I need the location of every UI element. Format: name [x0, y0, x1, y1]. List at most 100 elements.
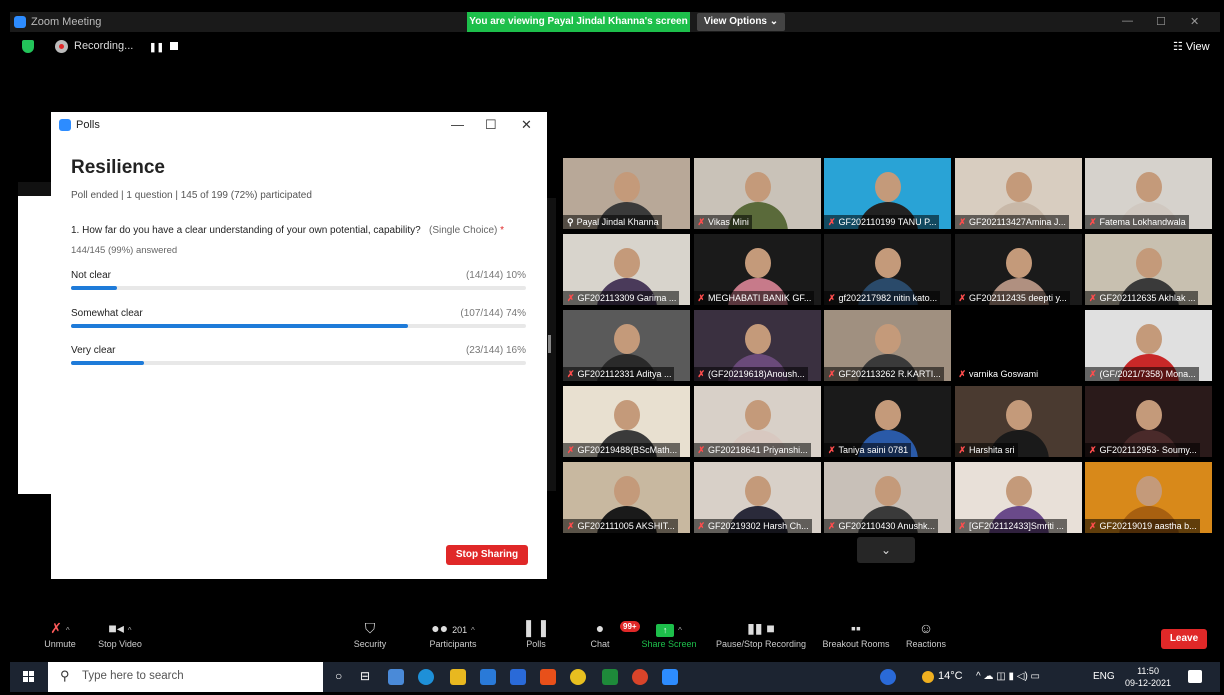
- clock[interactable]: 11:50 09-12-2021: [1125, 665, 1171, 689]
- more-participants-button[interactable]: ⌄: [857, 537, 915, 563]
- help-icon[interactable]: [880, 669, 896, 685]
- splitter-handle[interactable]: [548, 335, 551, 353]
- participant-tile[interactable]: ✗ MEGHABATI BANIK GF...: [693, 234, 821, 305]
- maximize-button[interactable]: ☐: [1156, 15, 1166, 28]
- powerpoint-icon[interactable]: [632, 669, 648, 685]
- participant-avatar-head: [1136, 476, 1162, 506]
- participant-tile[interactable]: ✗ Harshita sri: [954, 386, 1082, 457]
- weather-icon[interactable]: [922, 671, 934, 683]
- participant-name: [GF202112433]Smriti ...: [969, 521, 1064, 531]
- participant-tile[interactable]: ✗ GF20218641 Priyanshi...: [693, 386, 821, 457]
- security-button[interactable]: ⛉ Security: [350, 617, 390, 657]
- pin-icon: ⚲: [567, 217, 574, 227]
- system-tray-icons[interactable]: ^ ☁ ◫ ▮ ◁) ▭: [976, 671, 1040, 682]
- participant-tile[interactable]: ✗ gf202217982 nitin kato...: [824, 234, 951, 305]
- participant-tile[interactable]: ✗ varnika Goswami: [954, 310, 1082, 381]
- view-button[interactable]: ☷ View: [1173, 40, 1210, 53]
- stop-recording-icon[interactable]: [170, 42, 178, 50]
- participant-name: GF202110430 Anushk...: [838, 521, 935, 531]
- close-button[interactable]: ✕: [1190, 15, 1199, 28]
- taskbar-search[interactable]: ⚲ Type here to search: [48, 662, 323, 692]
- edge-icon[interactable]: [418, 669, 434, 685]
- participant-tile[interactable]: ✗ GF202112953- Soumy...: [1085, 386, 1212, 457]
- file-explorer-icon[interactable]: [450, 669, 466, 685]
- chrome-icon[interactable]: [570, 669, 586, 685]
- participant-name-label: ✗ Fatema Lokhandwala: [1085, 215, 1189, 229]
- leave-button[interactable]: Leave: [1161, 629, 1207, 649]
- participant-tile[interactable]: ✗ [GF202112433]Smriti ...: [954, 462, 1082, 533]
- view-options-button[interactable]: View Options ⌄: [697, 13, 785, 31]
- participant-avatar-head: [875, 172, 901, 202]
- clock-time: 11:50: [1137, 666, 1159, 676]
- pause-stop-recording-button[interactable]: ▮▮ ■ Pause/Stop Recording: [710, 617, 812, 657]
- stop-sharing-button[interactable]: Stop Sharing: [446, 545, 528, 565]
- participant-tile[interactable]: ✗ GF20219019 aastha b...: [1085, 462, 1212, 533]
- participant-tile[interactable]: ✗ GF20219302 Harsh Ch...: [693, 462, 821, 533]
- participant-tile[interactable]: ✗ Taniya saini 0781: [824, 386, 951, 457]
- windows-start-icon[interactable]: [23, 671, 35, 683]
- participant-tile[interactable]: ✗ GF202113427Amina J...: [954, 158, 1082, 229]
- pause-recording-icon[interactable]: ❚❚: [149, 42, 164, 53]
- participant-name-label: ✗ Vikas Mini: [693, 215, 752, 229]
- participant-avatar-head: [744, 172, 771, 202]
- participant-tile[interactable]: ✗ (GF20219618)Anoush...: [693, 310, 821, 381]
- unmute-button[interactable]: ✗ ^ Unmute: [40, 617, 80, 657]
- cortana-icon[interactable]: ○: [335, 669, 342, 683]
- mail-icon[interactable]: [480, 669, 496, 685]
- notification-icon[interactable]: [1188, 670, 1202, 683]
- participant-avatar-head: [875, 248, 901, 278]
- language-indicator[interactable]: ENG: [1093, 671, 1115, 682]
- polls-button[interactable]: ▌▐ Polls: [522, 617, 550, 657]
- chat-button[interactable]: ● Chat: [585, 617, 615, 657]
- participant-name-label: ✗ GF202111005 AKSHIT...: [563, 519, 678, 533]
- participants-icon: ●● 201 ^: [431, 620, 475, 636]
- app-icon[interactable]: [388, 669, 404, 685]
- polls-close-button[interactable]: ✕: [521, 117, 532, 133]
- participant-name: GF20219019 aastha b...: [1099, 521, 1197, 531]
- muted-mic-icon: ✗: [697, 217, 706, 227]
- poll-option-bar-fill: [71, 324, 408, 328]
- participant-name-label: ✗ Taniya saini 0781: [824, 443, 912, 457]
- poll-option-bar-fill: [71, 286, 117, 290]
- temperature: 14°C: [938, 670, 963, 682]
- reactions-button[interactable]: ☺ Reactions: [903, 617, 949, 657]
- poll-option-count: (107/144) 74%: [460, 308, 526, 319]
- clock-date: 09-12-2021: [1125, 678, 1172, 688]
- muted-mic-icon: ✗: [1089, 293, 1097, 303]
- dropbox-icon[interactable]: [510, 669, 526, 685]
- window-title-bar: Zoom Meeting You are viewing Payal Jinda…: [10, 12, 1220, 32]
- office-icon[interactable]: [540, 669, 556, 685]
- participant-tile[interactable]: ✗ GF202112635 Akhlak ...: [1085, 234, 1212, 305]
- participant-avatar-head: [744, 248, 771, 278]
- participant-name-label: ✗ GF202113262 R.KARTI...: [824, 367, 944, 381]
- participant-tile[interactable]: ⚲ Payal Jindal Khanna: [563, 158, 690, 229]
- muted-mic-icon: ✗: [567, 369, 575, 379]
- stop-video-button[interactable]: ■◂ ^ Stop Video: [95, 617, 145, 657]
- participant-avatar-head: [1005, 400, 1032, 430]
- excel-icon[interactable]: [602, 669, 618, 685]
- share-screen-button[interactable]: ↑ ^ Share Screen: [638, 617, 700, 657]
- participant-tile[interactable]: ✗ (GF/2021/7358) Mona...: [1085, 310, 1212, 381]
- participant-tile[interactable]: ✗ GF202113262 R.KARTI...: [824, 310, 951, 381]
- participant-tile[interactable]: ✗ GF202112435 deepti y...: [954, 234, 1082, 305]
- polls-minimize-button[interactable]: —: [451, 117, 464, 132]
- participant-avatar-head: [614, 248, 640, 278]
- task-view-icon[interactable]: ⊟: [360, 669, 370, 683]
- muted-mic-icon: ✗: [958, 445, 967, 455]
- participant-tile[interactable]: ✗ GF202110199 TANU P...: [824, 158, 951, 229]
- security-shield-icon[interactable]: [22, 40, 34, 53]
- participant-tile[interactable]: ✗ GF20219488(BScMath...: [563, 386, 690, 457]
- muted-mic-icon: ✗: [958, 217, 967, 227]
- participants-button[interactable]: ●● 201 ^ Participants: [422, 617, 484, 657]
- participant-tile[interactable]: ✗ GF202113309 Garima ...: [563, 234, 690, 305]
- participant-avatar-head: [1136, 248, 1162, 278]
- participant-tile[interactable]: ✗ GF202111005 AKSHIT...: [563, 462, 690, 533]
- minimize-button[interactable]: —: [1122, 15, 1133, 27]
- participant-tile[interactable]: ✗ Fatema Lokhandwala: [1085, 158, 1212, 229]
- participant-tile[interactable]: ✗ GF202112331 Aditya ...: [563, 310, 690, 381]
- participant-tile[interactable]: ✗ Vikas Mini: [693, 158, 821, 229]
- zoom-taskbar-icon[interactable]: [662, 669, 678, 685]
- participant-tile[interactable]: ✗ GF202110430 Anushk...: [824, 462, 951, 533]
- polls-maximize-button[interactable]: ☐: [485, 117, 497, 133]
- breakout-rooms-button[interactable]: ▪▪ Breakout Rooms: [818, 617, 894, 657]
